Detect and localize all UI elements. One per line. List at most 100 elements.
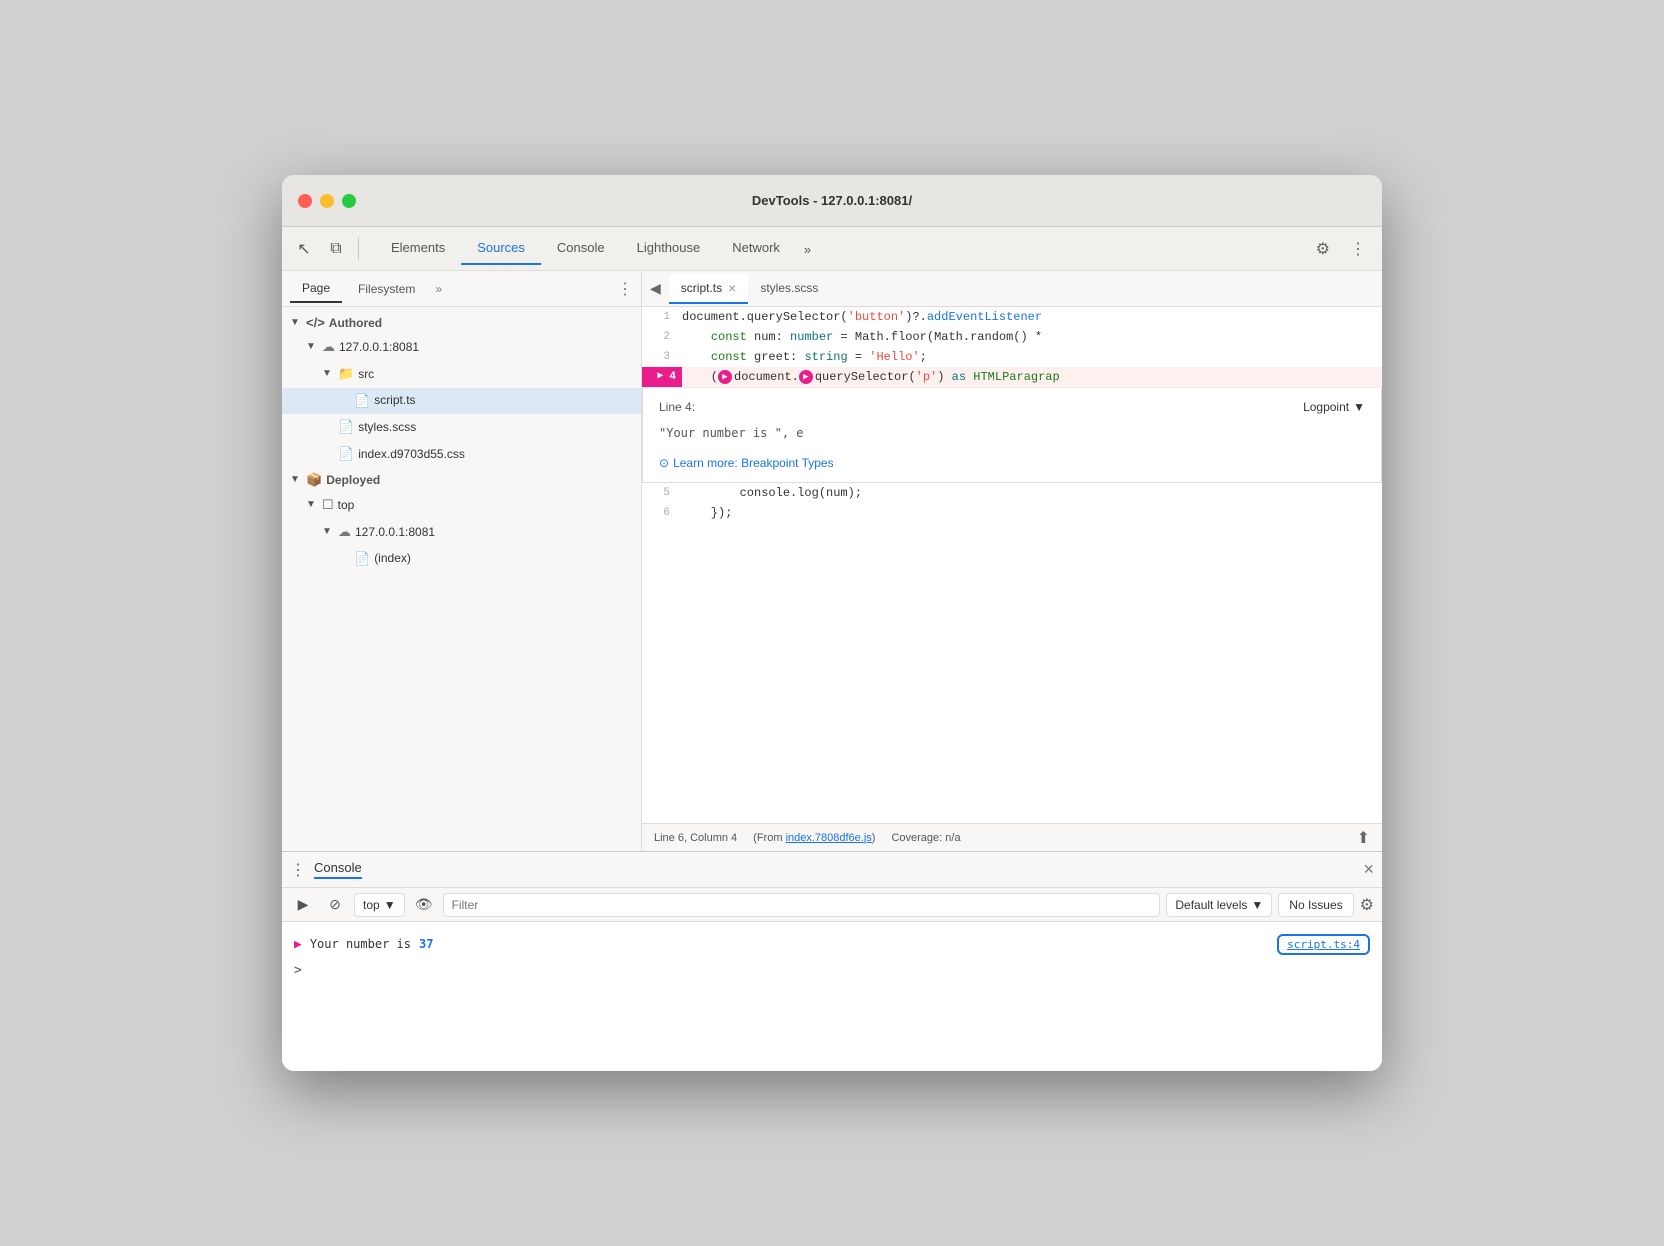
logpoint-output-icon: ▶ xyxy=(294,937,302,952)
sidebar-more-tabs[interactable]: » xyxy=(431,278,446,300)
sidebar-tab-page[interactable]: Page xyxy=(290,275,342,303)
code-line-5: 5 console.log(num); xyxy=(642,483,1382,503)
line-content-2: const num: number = Math.floor(Math.rand… xyxy=(682,327,1382,347)
status-coverage: Coverage: n/a xyxy=(891,832,960,844)
console-close-button[interactable]: × xyxy=(1363,859,1374,880)
console-dots-icon[interactable]: ⋮ xyxy=(290,860,306,880)
cloud-deployed-icon: ☁ xyxy=(338,522,351,543)
code-content: 1 document.querySelector('button')?.addE… xyxy=(642,307,1382,823)
status-position: Line 6, Column 4 xyxy=(654,832,737,844)
folder-icon: 📁 xyxy=(338,364,354,385)
breakpoint-marker[interactable]: ▶ 4 xyxy=(642,367,682,387)
authored-icon: </> xyxy=(306,315,325,330)
line-content-5: console.log(num); xyxy=(682,483,1382,503)
line-content-6: }); xyxy=(682,503,1382,523)
host-deployed-arrow: ▼ xyxy=(322,524,334,540)
context-dropdown-icon: ▼ xyxy=(384,898,396,912)
logpoint-header: Line 4: Logpoint ▼ xyxy=(659,400,1365,414)
line-num-1: 1 xyxy=(642,307,682,327)
more-options-icon[interactable]: ⋮ xyxy=(1342,235,1374,263)
sidebar-tab-filesystem[interactable]: Filesystem xyxy=(346,276,427,302)
ts-file-icon: 📄 xyxy=(354,391,370,412)
tab-console[interactable]: Console xyxy=(541,232,621,265)
logpoint-input[interactable]: "Your number is ", e xyxy=(659,422,1365,444)
console-log-source[interactable]: script.ts:4 xyxy=(1277,934,1370,955)
tree-item-styles-scss[interactable]: 📄 styles.scss xyxy=(282,414,641,441)
status-bar: Line 6, Column 4 (From index.7808df6e.js… xyxy=(642,823,1382,851)
css-file-icon: 📄 xyxy=(338,444,354,465)
tree-item-host-authored[interactable]: ▼ ☁ 127.0.0.1:8081 xyxy=(282,334,641,361)
line-num-3: 3 xyxy=(642,347,682,367)
status-from: (From index.7808df6e.js) xyxy=(753,832,875,844)
index-label: (index) xyxy=(374,549,411,568)
settings-icon[interactable]: ⚙ xyxy=(1308,235,1338,263)
scss-file-icon: 📄 xyxy=(338,417,354,438)
deployed-section-header[interactable]: ▼ 📦 Deployed xyxy=(282,468,641,492)
tab-styles-scss[interactable]: styles.scss xyxy=(748,275,830,303)
window-title: DevTools - 127.0.0.1:8081/ xyxy=(752,193,912,208)
code-area: ◀ script.ts × styles.scss 1 document.que… xyxy=(642,271,1382,851)
console-log-text: Your number is xyxy=(310,937,411,951)
authored-section-header[interactable]: ▼ </> Authored xyxy=(282,311,641,334)
console-play-button[interactable]: ▶ xyxy=(290,892,316,918)
console-eye-button[interactable]: 👁 xyxy=(411,892,437,918)
breakpoint-icon: ▶ xyxy=(653,370,667,384)
console-prompt-icon[interactable]: > xyxy=(294,963,302,978)
console-gear-icon[interactable]: ⚙ xyxy=(1360,895,1374,915)
source-panel-icon[interactable]: ◀ xyxy=(650,280,661,297)
tree-item-index[interactable]: 📄 (index) xyxy=(282,546,641,573)
levels-label: Default levels xyxy=(1175,898,1247,912)
levels-dropdown-icon: ▼ xyxy=(1251,898,1263,912)
console-title: Console xyxy=(314,860,362,879)
deployed-arrow: ▼ xyxy=(290,474,302,485)
tab-elements[interactable]: Elements xyxy=(375,232,461,265)
host-deployed-label: 127.0.0.1:8081 xyxy=(355,523,435,542)
tab-script-ts-label: script.ts xyxy=(681,281,722,295)
more-tabs-button[interactable]: » xyxy=(796,234,819,265)
sidebar-tab-bar: Page Filesystem » ⋮ xyxy=(282,271,641,307)
maximize-button[interactable] xyxy=(342,194,356,208)
tab-lighthouse[interactable]: Lighthouse xyxy=(621,232,717,265)
sidebar: Page Filesystem » ⋮ ▼ </> Authored ▼ ☁ 1… xyxy=(282,271,642,851)
console-header: ⋮ Console × xyxy=(282,852,1382,888)
line-content-1: document.querySelector('button')?.addEve… xyxy=(682,307,1382,327)
code-line-2: 2 const num: number = Math.floor(Math.ra… xyxy=(642,327,1382,347)
context-label: top xyxy=(363,898,380,912)
line-content-3: const greet: string = 'Hello'; xyxy=(682,347,1382,367)
line-num-2: 2 xyxy=(642,327,682,347)
tab-network[interactable]: Network xyxy=(716,232,796,265)
authored-label: Authored xyxy=(329,316,382,330)
tab-script-ts-close[interactable]: × xyxy=(728,280,736,296)
tree-item-host-deployed[interactable]: ▼ ☁ 127.0.0.1:8081 xyxy=(282,519,641,546)
tree-item-index-css[interactable]: 📄 index.d9703d55.css xyxy=(282,441,641,468)
tree-item-top[interactable]: ▼ ☐ top xyxy=(282,492,641,519)
console-filter-input[interactable] xyxy=(443,893,1161,917)
styles-scss-label: styles.scss xyxy=(358,418,416,437)
console-levels-select[interactable]: Default levels ▼ xyxy=(1166,893,1272,917)
console-no-issues-button[interactable]: No Issues xyxy=(1278,893,1353,917)
tab-sources[interactable]: Sources xyxy=(461,232,541,265)
sidebar-actions-icon[interactable]: ⋮ xyxy=(617,279,633,299)
logpoint-popup: Line 4: Logpoint ▼ "Your number is ", e … xyxy=(642,387,1382,483)
screenshot-icon[interactable]: ⬆ xyxy=(1357,828,1370,848)
console-log-row: ▶ Your number is 37 script.ts:4 xyxy=(294,930,1370,959)
status-right: ⬆ xyxy=(1357,828,1370,848)
status-source-link[interactable]: index.7808df6e.js xyxy=(786,832,872,844)
learn-more-link[interactable]: ⊙ Learn more: Breakpoint Types xyxy=(659,456,1365,470)
main-tab-bar: Elements Sources Console Lighthouse Netw… xyxy=(367,232,1304,265)
tree-item-script-ts[interactable]: 📄 script.ts xyxy=(282,388,641,415)
circle-arrow-icon: ⊙ xyxy=(659,456,669,470)
console-no-symbol-button[interactable]: ⊘ xyxy=(322,892,348,918)
layers-icon[interactable]: ⧉ xyxy=(322,235,350,263)
logpoint-type[interactable]: Logpoint ▼ xyxy=(1303,400,1365,414)
minimize-button[interactable] xyxy=(320,194,334,208)
tree-item-src[interactable]: ▼ 📁 src xyxy=(282,361,641,388)
console-context-select[interactable]: top ▼ xyxy=(354,893,405,917)
code-tab-bar: ◀ script.ts × styles.scss xyxy=(642,271,1382,307)
console-prompt-row: > xyxy=(294,959,1370,982)
tab-script-ts[interactable]: script.ts × xyxy=(669,274,749,304)
cursor-icon[interactable]: ↖ xyxy=(290,235,318,263)
cube-icon: 📦 xyxy=(306,472,322,488)
toolbar-divider xyxy=(358,237,359,261)
close-button[interactable] xyxy=(298,194,312,208)
